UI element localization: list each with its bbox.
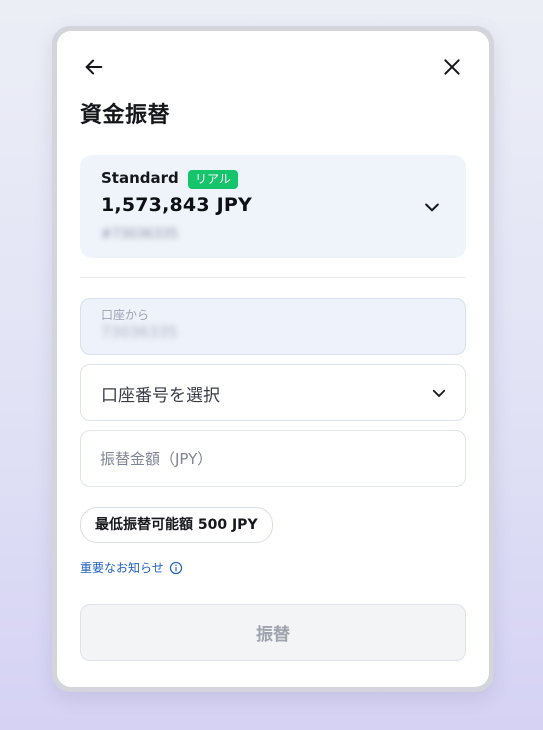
account-balance: 1,573,843 JPY <box>101 194 252 216</box>
page-title: 資金振替 <box>80 103 171 128</box>
from-account-label: 口座から <box>101 308 150 322</box>
chevron-down-icon[interactable] <box>422 197 442 217</box>
account-type: Standard <box>101 169 179 187</box>
info-icon <box>169 561 183 575</box>
arrow-left-icon <box>85 59 103 75</box>
account-number: #73036335 <box>101 227 179 242</box>
account-status-badge: リアル <box>188 170 238 189</box>
section-divider <box>80 277 466 278</box>
amount-field <box>80 430 466 487</box>
close-icon <box>444 59 460 75</box>
close-button[interactable] <box>435 50 469 84</box>
amount-input[interactable] <box>100 445 440 473</box>
transfer-submit-button[interactable]: 振替 <box>80 604 466 661</box>
min-transfer-chip: 最低振替可能額 500 JPY <box>80 507 273 543</box>
transfer-modal: 資金振替 Standard リアル 1,573,843 JPY #7303633… <box>57 31 489 687</box>
chevron-down-icon <box>429 383 449 403</box>
account-selector-card[interactable]: Standard リアル 1,573,843 JPY #73036335 <box>80 155 466 258</box>
important-notice-label: 重要なお知らせ <box>80 561 164 575</box>
important-notice-link[interactable]: 重要なお知らせ <box>80 559 183 576</box>
to-account-select[interactable]: 口座番号を選択 <box>80 364 466 421</box>
from-account-field: 口座から 73036335 <box>80 298 466 355</box>
to-account-placeholder: 口座番号を選択 <box>101 386 220 406</box>
back-button[interactable] <box>77 50 111 84</box>
from-account-value: 73036335 <box>101 323 178 341</box>
